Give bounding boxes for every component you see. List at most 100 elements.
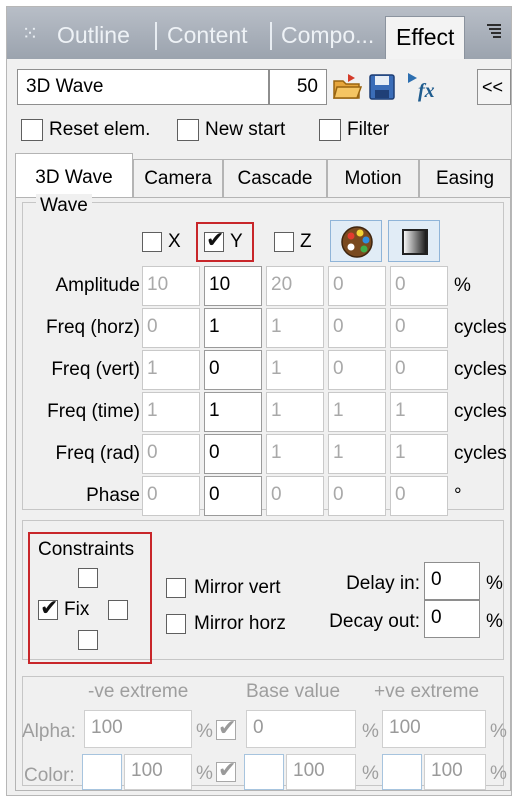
color-label: Color: xyxy=(24,765,75,786)
alpha-neg-field[interactable]: 100 xyxy=(84,710,192,748)
pos-extreme-header: +ve extreme xyxy=(374,681,480,702)
fix-checkbox[interactable]: ✔ xyxy=(38,596,58,620)
wave-value-cell[interactable]: 1 xyxy=(266,434,324,474)
tab-easing[interactable]: Easing xyxy=(419,159,511,197)
gradient-button[interactable] xyxy=(388,220,440,262)
filter-checkbox[interactable] xyxy=(319,119,341,141)
mirror-vert-checkbox[interactable] xyxy=(166,578,186,598)
tab-cascade[interactable]: Cascade xyxy=(223,159,327,197)
tab-effect[interactable]: Effect xyxy=(385,16,466,59)
open-folder-icon[interactable] xyxy=(331,71,363,103)
panel-menu-icon[interactable] xyxy=(485,21,505,43)
wave-row-unit: ° xyxy=(454,485,462,506)
alpha-pos-field[interactable]: 100 xyxy=(382,710,486,748)
tab-separator xyxy=(270,22,272,50)
wave-value-cell[interactable]: 0 xyxy=(390,308,448,348)
wave-value-cell[interactable]: 10 xyxy=(142,266,200,306)
alpha-pos-unit: % xyxy=(490,721,507,742)
wave-value-cell[interactable]: 1 xyxy=(266,392,324,432)
constraint-right-checkbox[interactable] xyxy=(108,600,128,620)
alpha-label: Alpha: xyxy=(22,721,76,742)
checkmark-icon: ✔ xyxy=(218,757,237,782)
wave-value-cell[interactable]: 0 xyxy=(328,350,386,390)
wave-value-cell[interactable]: 0 xyxy=(142,308,200,348)
alpha-link-checkbox[interactable]: ✔ xyxy=(216,716,236,740)
constraint-top-checkbox[interactable] xyxy=(78,568,98,588)
wave-value-cell[interactable]: 1 xyxy=(390,392,448,432)
wave-row-unit: cycles xyxy=(454,317,507,338)
axis-y-checkbox[interactable]: ✔ xyxy=(204,228,224,252)
palette-icon xyxy=(341,226,373,258)
color-pos-field[interactable]: 100 xyxy=(424,754,486,790)
checkmark-icon: ✔ xyxy=(218,715,237,740)
color-link-checkbox[interactable]: ✔ xyxy=(216,758,236,782)
delay-in-field[interactable]: 0 xyxy=(424,562,480,600)
grip-icon[interactable]: ⁙ xyxy=(19,21,41,47)
mirror-horz-checkbox[interactable] xyxy=(166,614,186,634)
reset-elem-checkbox[interactable] xyxy=(21,119,43,141)
color-base-swatch[interactable] xyxy=(244,754,284,790)
fx-icon[interactable]: fx xyxy=(405,69,445,103)
wave-value-cell[interactable]: 0 xyxy=(390,266,448,306)
delay-in-label: Delay in: xyxy=(346,573,420,594)
tab-motion[interactable]: Motion xyxy=(327,159,419,197)
wave-value-cell[interactable]: 10 xyxy=(204,266,262,306)
tab-outline[interactable]: Outline xyxy=(57,19,130,51)
wave-value-cell[interactable]: 20 xyxy=(266,266,324,306)
effect-name-field[interactable]: 3D Wave xyxy=(17,69,269,105)
neg-extreme-header: -ve extreme xyxy=(88,681,189,702)
tab-camera[interactable]: Camera xyxy=(133,159,223,197)
constraint-bottom-checkbox[interactable] xyxy=(78,630,98,650)
axis-x-checkbox[interactable] xyxy=(142,232,162,252)
wave-value-cell[interactable]: 0 xyxy=(204,350,262,390)
wave-value-cell[interactable]: 0 xyxy=(204,434,262,474)
collapse-button[interactable]: << xyxy=(477,69,511,105)
wave-value-cell[interactable]: 1 xyxy=(204,308,262,348)
wave-row-label: Freq (horz) xyxy=(46,317,140,338)
effect-value-field[interactable]: 50 xyxy=(269,69,327,105)
wave-value-cell[interactable]: 0 xyxy=(142,476,200,516)
color-neg-swatch[interactable] xyxy=(82,754,122,790)
delay-in-unit: % xyxy=(486,573,503,594)
color-palette-button[interactable] xyxy=(330,220,382,262)
wave-row-unit: % xyxy=(454,275,471,296)
tab-components[interactable]: Compo... xyxy=(281,19,374,51)
color-base-field[interactable]: 100 xyxy=(286,754,356,790)
wave-value-cell[interactable]: 0 xyxy=(328,308,386,348)
wave-value-cell[interactable]: 1 xyxy=(328,434,386,474)
wave-value-cell[interactable]: 0 xyxy=(142,434,200,474)
alpha-base-field[interactable]: 0 xyxy=(246,710,356,748)
svg-text:fx: fx xyxy=(418,80,435,102)
tab-content[interactable]: Content xyxy=(167,19,248,51)
color-base-unit: % xyxy=(362,763,379,784)
tab-3d-wave[interactable]: 3D Wave xyxy=(15,153,133,197)
new-start-checkbox[interactable] xyxy=(177,119,199,141)
wave-value-cell[interactable]: 1 xyxy=(204,392,262,432)
constraints-title: Constraints xyxy=(38,539,135,560)
axis-z-label: Z xyxy=(300,231,312,252)
panel-header: ⁙ Outline Content Compo... Effect xyxy=(7,7,511,59)
base-value-header: Base value xyxy=(246,681,341,702)
wave-value-cell[interactable]: 0 xyxy=(390,476,448,516)
tab-separator xyxy=(155,22,157,50)
color-neg-field[interactable]: 100 xyxy=(124,754,192,790)
decay-out-field[interactable]: 0 xyxy=(424,600,480,638)
wave-value-cell[interactable]: 1 xyxy=(266,308,324,348)
save-disk-icon[interactable] xyxy=(367,72,397,102)
axis-z-checkbox[interactable] xyxy=(274,232,294,252)
wave-value-cell[interactable]: 0 xyxy=(204,476,262,516)
wave-value-cell[interactable]: 1 xyxy=(328,392,386,432)
wave-value-cell[interactable]: 0 xyxy=(328,476,386,516)
wave-row-label: Phase xyxy=(86,485,140,506)
wave-value-cell[interactable]: 0 xyxy=(390,350,448,390)
tab-page: Wave X ✔ Y Z Amplitude 10 10 20 0 0 % Fr… xyxy=(15,194,511,791)
wave-value-cell[interactable]: 1 xyxy=(266,350,324,390)
wave-value-cell[interactable]: 1 xyxy=(142,350,200,390)
color-pos-swatch[interactable] xyxy=(382,754,422,790)
wave-value-cell[interactable]: 0 xyxy=(328,266,386,306)
wave-row-unit: cycles xyxy=(454,359,507,380)
axis-x-label: X xyxy=(168,231,181,252)
wave-value-cell[interactable]: 1 xyxy=(390,434,448,474)
wave-value-cell[interactable]: 0 xyxy=(266,476,324,516)
wave-value-cell[interactable]: 1 xyxy=(142,392,200,432)
